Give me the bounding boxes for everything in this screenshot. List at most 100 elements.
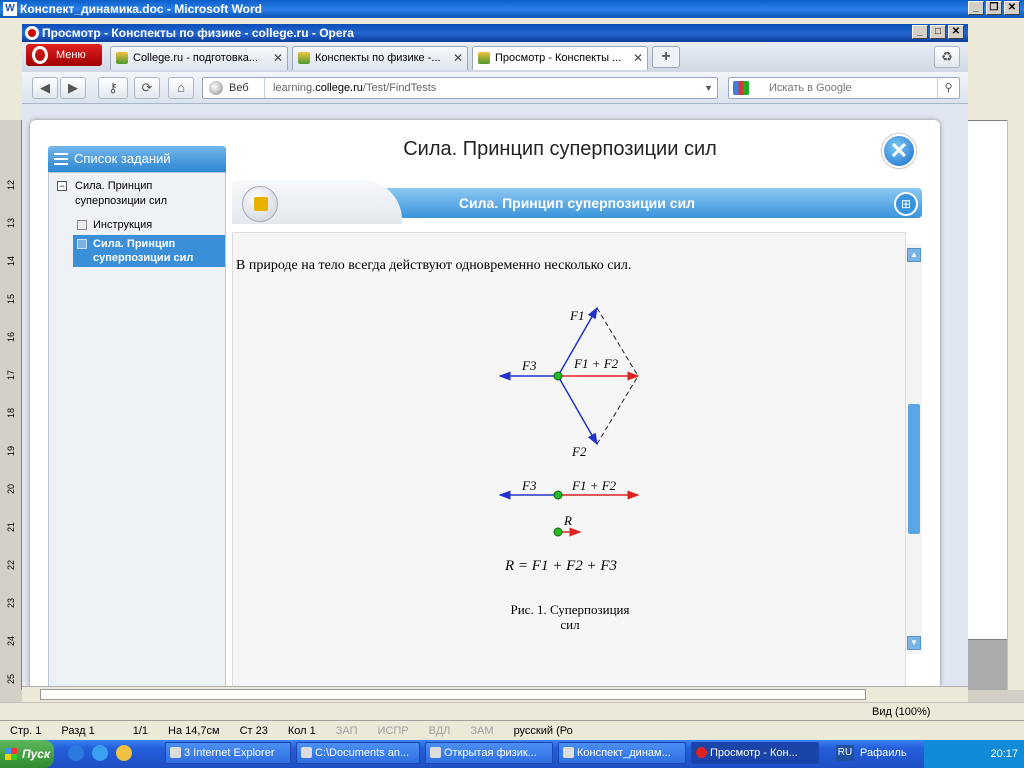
label-f1: F1	[569, 308, 584, 323]
clock: 20:17	[990, 748, 1018, 760]
folder-icon[interactable]	[116, 745, 132, 761]
scroll-down-icon[interactable]: ▼	[907, 636, 921, 650]
start-button[interactable]: Пуск	[0, 740, 54, 768]
application-point-r	[553, 527, 563, 537]
restore-button[interactable]: ❐	[986, 1, 1002, 15]
trash-icon[interactable]: ♻	[934, 46, 960, 68]
url-host: college.ru	[315, 82, 363, 94]
menu-icon	[54, 153, 68, 165]
tab-label: Конспекты по физике -...	[315, 52, 441, 64]
horizontal-scrollbar[interactable]	[22, 686, 968, 702]
vertical-ruler: 12 13 14 15 16 17 18 19 20 21 22 23 24 25	[0, 120, 22, 690]
task-list: − Сила. Принцип суперпозиции сил Инструкц…	[48, 172, 226, 690]
tab-label: Просмотр - Конспекты ...	[495, 52, 622, 64]
book-icon	[298, 52, 310, 64]
book-icon	[116, 52, 128, 64]
taskbar-ie[interactable]: 3 Internet Explorer	[165, 742, 291, 764]
tab-prosmotr[interactable]: Просмотр - Конспекты ... ✕	[472, 46, 648, 70]
opera-logo-icon	[32, 46, 48, 64]
taskbar-word[interactable]: Конспект_динам...	[558, 742, 686, 764]
search-input[interactable]: Искать в Google ⚲	[728, 77, 960, 99]
list-item-instruction[interactable]: Инструкция	[73, 215, 225, 235]
media-player-icon[interactable]	[68, 745, 84, 761]
notes-icon[interactable]	[242, 186, 278, 222]
back-button[interactable]: ◀	[32, 77, 58, 99]
tab-konspekty[interactable]: Конспекты по физике -... ✕	[292, 46, 468, 70]
url-path: /Test/FindTests	[362, 82, 437, 94]
forward-button[interactable]: ▶	[60, 77, 86, 99]
taskbar-label: Открытая физик...	[444, 747, 537, 759]
label-f2: F2	[571, 444, 587, 459]
close-tab-icon[interactable]: ✕	[273, 47, 283, 69]
menu-label: Меню	[56, 49, 86, 61]
close-tab-icon[interactable]: ✕	[633, 47, 643, 69]
ruler-number: 15	[6, 294, 16, 305]
web-scheme-label[interactable]: Веб	[203, 78, 265, 98]
globe-icon	[209, 81, 223, 95]
tab-bar: Меню College.ru - подготовка... ✕ Конспек…	[22, 42, 968, 72]
opera-menu-button[interactable]: Меню	[26, 44, 102, 66]
opera-icon	[696, 747, 707, 758]
opera-window-title: Просмотр - Конспекты по физике - college…	[42, 26, 354, 40]
status-ext[interactable]: ВДЛ	[419, 725, 461, 737]
close-lesson-button[interactable]: ✕	[882, 134, 916, 168]
close-button[interactable]: ✕	[1004, 1, 1020, 15]
content-scrollbar[interactable]: ▲ ▼	[906, 244, 922, 654]
minimize-button[interactable]: _	[968, 1, 984, 15]
label-r: R	[563, 513, 572, 528]
address-bar[interactable]: Веб learning.college.ru/Test/FindTests ▼	[202, 77, 718, 99]
taskbar-documents[interactable]: C:\Documents an...	[296, 742, 420, 764]
scroll-up-icon[interactable]: ▲	[907, 248, 921, 262]
tab-college[interactable]: College.ru - подготовка... ✕	[110, 46, 288, 70]
user-name: Рафаиль	[860, 747, 907, 759]
status-lang: русский (Ро	[513, 724, 573, 737]
status-section: Разд 1	[61, 724, 95, 737]
task-list-header: Список заданий	[48, 146, 226, 172]
status-ovr[interactable]: ЗАМ	[460, 725, 503, 737]
google-icon[interactable]	[733, 81, 749, 95]
ruler-number: 22	[6, 560, 16, 571]
word-app-icon: W	[3, 2, 17, 16]
tree-root-item[interactable]: − Сила. Принцип суперпозиции сил	[55, 179, 205, 209]
application-point-row2	[553, 490, 563, 500]
status-at: На 14,7см	[168, 724, 220, 737]
ruler-number: 25	[6, 674, 16, 685]
status-rec[interactable]: ЗАП	[326, 725, 368, 737]
search-icon[interactable]: ⚲	[937, 78, 959, 98]
grid-icon[interactable]: ⊞	[894, 192, 918, 216]
url-text: learning.college.ru/Test/FindTests	[273, 78, 436, 98]
word-view-bar: Вид (100%)	[0, 702, 1024, 722]
taskbar-label: C:\Documents an...	[315, 747, 410, 759]
taskbar-label: Конспект_динам...	[577, 747, 671, 759]
reload-button[interactable]: ⟳	[134, 77, 160, 99]
close-tab-icon[interactable]: ✕	[453, 47, 463, 69]
ruler-number: 12	[6, 180, 16, 191]
status-page: Стр. 1	[10, 724, 42, 737]
chevron-down-icon[interactable]: ▼	[704, 78, 713, 98]
status-pages: 1/1	[132, 724, 149, 737]
new-tab-button[interactable]: +	[652, 46, 680, 68]
zoom-label[interactable]: Вид (100%)	[872, 706, 930, 718]
opera-maximize-button[interactable]: □	[930, 25, 946, 39]
home-button[interactable]: ⌂	[168, 77, 194, 99]
checkbox-icon	[77, 220, 87, 230]
scroll-thumb[interactable]	[908, 404, 920, 534]
system-tray: 20:17	[924, 740, 1024, 768]
ie-icon[interactable]	[92, 745, 108, 761]
taskbar-opera[interactable]: Просмотр - Кон...	[691, 742, 819, 764]
opera-minimize-button[interactable]: _	[912, 25, 928, 39]
collapse-icon[interactable]: −	[57, 181, 67, 191]
search-placeholder: Искать в Google	[769, 82, 852, 94]
status-trk[interactable]: ИСПР	[368, 725, 419, 737]
list-item-superposition[interactable]: Сила. Принцип суперпозиции сил	[73, 235, 225, 267]
window-icon	[430, 747, 441, 758]
key-icon[interactable]: ⚷	[98, 77, 128, 99]
hscroll-thumb[interactable]	[40, 689, 866, 700]
opera-close-button[interactable]: ✕	[948, 25, 964, 39]
application-point	[553, 371, 563, 381]
taskbar-physics[interactable]: Открытая физик...	[425, 742, 553, 764]
ruler-number: 17	[6, 370, 16, 381]
language-indicator[interactable]: RU	[836, 745, 854, 761]
word-vertical-scrollbar[interactable]	[1007, 120, 1024, 690]
task-list-title: Список заданий	[74, 151, 171, 166]
